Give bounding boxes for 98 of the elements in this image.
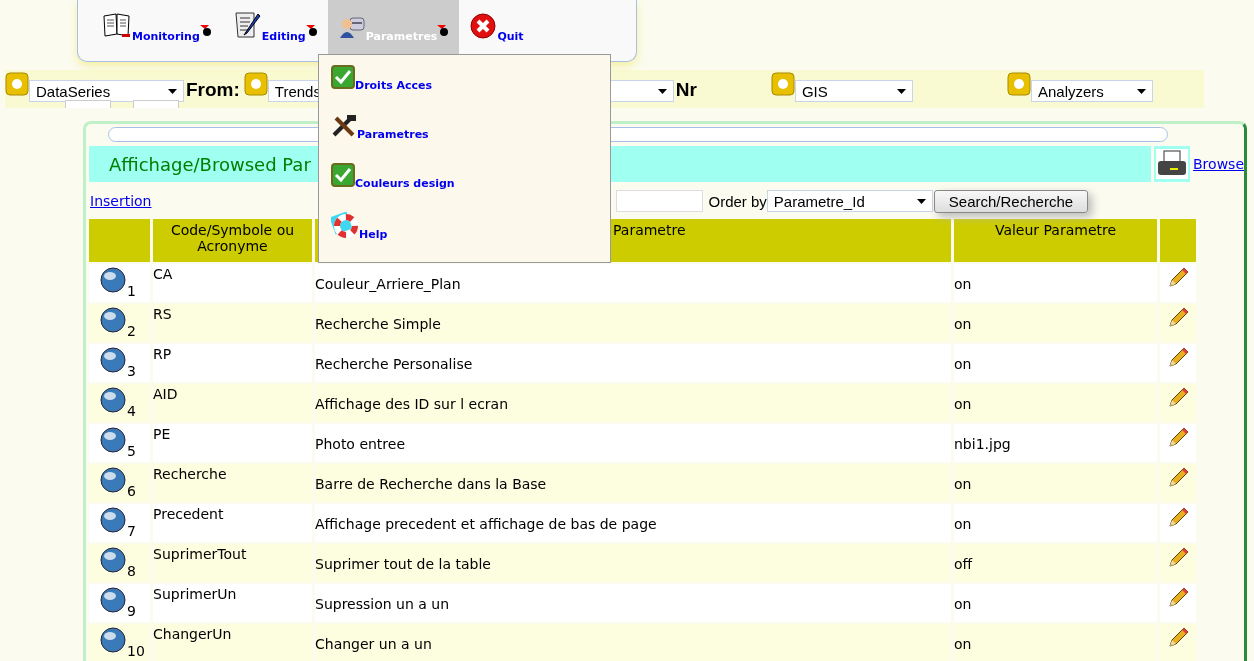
- pencil-icon[interactable]: [1166, 626, 1190, 650]
- globe-icon[interactable]: [99, 546, 127, 574]
- table-cell: Supression un a un: [315, 596, 450, 612]
- row-number: 5: [127, 443, 136, 459]
- book-icon: [102, 12, 132, 40]
- checkmark-icon: [331, 65, 355, 89]
- table-cell: off: [954, 556, 973, 572]
- dropdown-item[interactable]: Droits Acces: [331, 65, 598, 89]
- table-cell: Recherche Personalise: [315, 356, 473, 372]
- table-cell: nbi1.jpg: [954, 436, 1011, 452]
- table-cell: PE: [153, 426, 171, 442]
- row-number: 9: [127, 603, 136, 619]
- table-cell: on: [954, 596, 972, 612]
- table-cell: Affichage des ID sur l ecran: [315, 396, 509, 412]
- order-by-select[interactable]: Parametre_Id: [766, 190, 933, 212]
- search-button[interactable]: Search/Recherche: [933, 189, 1089, 213]
- row-number: 3: [127, 363, 136, 379]
- table-cell: Precedent: [153, 506, 224, 522]
- pencil-icon[interactable]: [1166, 386, 1190, 410]
- globe-icon[interactable]: [99, 626, 127, 654]
- row-number: 6: [127, 483, 136, 499]
- close-icon: [469, 12, 498, 40]
- insertion-link[interactable]: Insertion: [90, 193, 152, 209]
- pencil-icon[interactable]: [1166, 586, 1190, 610]
- table-cell: on: [954, 636, 972, 652]
- table-cell: SuprimerTout: [153, 546, 247, 562]
- table-cell: CA: [153, 266, 173, 282]
- dropdown-item[interactable]: Couleurs design: [331, 163, 598, 187]
- pencil-icon[interactable]: [1166, 546, 1190, 570]
- table-cell: ChangerUn: [153, 626, 232, 642]
- menu-item[interactable]: Quit: [459, 0, 534, 54]
- table-cell: Barre de Recherche dans la Base: [315, 476, 547, 492]
- printer-icon[interactable]: [1156, 149, 1189, 179]
- table-cell: Affichage precedent et affichage de bas de page: [315, 516, 657, 532]
- globe-icon[interactable]: [99, 426, 127, 454]
- series-select[interactable]: DataSeries: [29, 80, 184, 102]
- nr-label: Nr: [675, 79, 697, 101]
- row-number: 2: [127, 323, 136, 339]
- hammer-wrench-icon: [331, 114, 357, 138]
- square-button-icon: [1006, 72, 1031, 96]
- dropdown-item[interactable]: Parametres: [331, 114, 598, 138]
- table-cell: on: [954, 476, 972, 492]
- admin-person-icon: [337, 14, 366, 40]
- menu-item[interactable]: Editing: [221, 0, 328, 54]
- square-button-icon: [5, 72, 29, 96]
- column-header: Code/Symbole ou Acronyme: [153, 219, 312, 262]
- caret-icon: [1136, 88, 1146, 94]
- caret-icon: [916, 198, 926, 204]
- column-header: [1160, 219, 1196, 262]
- table-cell: AID: [153, 386, 178, 402]
- globe-icon[interactable]: [99, 346, 127, 374]
- row-number: 8: [127, 563, 136, 579]
- pencil-icon[interactable]: [1166, 266, 1190, 290]
- table-cell: SuprimerUn: [153, 586, 237, 602]
- globe-icon[interactable]: [99, 266, 127, 294]
- table-cell: on: [954, 396, 972, 412]
- table-cell: on: [954, 356, 972, 372]
- table-cell: Recherche: [153, 466, 227, 482]
- column-header: [89, 219, 150, 262]
- from-label: From:: [186, 79, 240, 101]
- globe-icon[interactable]: [99, 386, 127, 414]
- table-cell: on: [954, 516, 972, 532]
- globe-icon[interactable]: [99, 586, 127, 614]
- pencil-icon[interactable]: [1166, 346, 1190, 370]
- row-number: 7: [127, 523, 136, 539]
- panel-title: Affichage/Browsed Par: [109, 153, 311, 175]
- pencil-icon[interactable]: [1166, 306, 1190, 330]
- column-header: Valeur Parametre: [954, 219, 1157, 262]
- caret-icon: [896, 88, 906, 94]
- row-number: 1: [127, 283, 136, 299]
- table-cell: Changer un a un: [315, 636, 432, 652]
- gis-select[interactable]: GIS: [794, 80, 913, 102]
- menu-item[interactable]: Monitoring: [92, 0, 222, 54]
- table-cell: Suprimer tout de la table: [315, 556, 491, 572]
- table-cell: RS: [153, 306, 172, 322]
- table-cell: on: [954, 276, 972, 292]
- order-by-label: Order by: [708, 192, 767, 210]
- table-cell: Recherche Simple: [315, 316, 441, 332]
- lifebuoy-icon: [331, 212, 359, 238]
- table-cell: RP: [153, 346, 172, 362]
- pencil-icon[interactable]: [1166, 466, 1190, 490]
- table-cell: on: [954, 316, 972, 332]
- analyzers-select[interactable]: Analyzers: [1030, 80, 1153, 102]
- globe-icon[interactable]: [99, 306, 127, 334]
- row-number: 10: [127, 643, 145, 659]
- table-cell: Photo entree: [315, 436, 406, 452]
- caret-icon: [657, 88, 667, 94]
- search-field[interactable]: [616, 190, 704, 212]
- checkmark-icon: [331, 163, 355, 187]
- pencil-icon[interactable]: [1166, 426, 1190, 450]
- globe-icon[interactable]: [99, 466, 127, 494]
- globe-icon[interactable]: [99, 506, 127, 534]
- square-button-icon: [770, 72, 795, 96]
- browse-link[interactable]: Browse: [1193, 156, 1244, 182]
- caret-icon: [168, 88, 177, 94]
- table-cell: Couleur_Arriere_Plan: [315, 276, 461, 292]
- pencil-icon[interactable]: [1166, 506, 1190, 530]
- row-number: 4: [127, 403, 136, 419]
